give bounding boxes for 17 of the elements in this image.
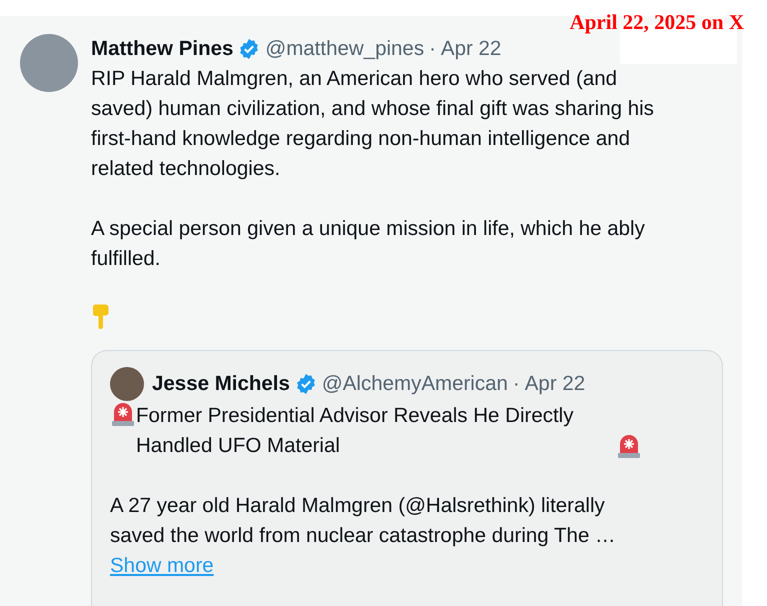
post-date[interactable]: Apr 22 xyxy=(440,34,502,64)
author-name[interactable]: Jesse Michels xyxy=(152,369,290,399)
siren-icon xyxy=(616,433,642,459)
separator-dot: · xyxy=(429,36,436,62)
user-handle[interactable]: @matthew_pines xyxy=(265,34,424,64)
post-text: A special person given a unique mission in life, which he ably fulfilled. xyxy=(91,216,646,272)
post-date[interactable]: Apr 22 xyxy=(524,369,586,399)
siren-icon xyxy=(110,401,136,427)
avatar[interactable] xyxy=(110,367,144,401)
post-text: A 27 year old Harald Malmgren (@Halsrethink) literally saved the world from nuclear catastrophe during The … xyxy=(110,493,617,549)
user-handle[interactable]: @AlchemyAmerican xyxy=(322,369,508,399)
date-annotation: April 22, 2025 on X xyxy=(570,10,744,34)
post-text: RIP Harald Malmgren, an American hero who served (and saved) human civilization, and whose final gift was sharing his first-hand knowledge regarding non-human intelligence and related technologies. xyxy=(91,66,655,182)
quoted-post-card[interactable] xyxy=(91,350,723,606)
author-name[interactable]: Matthew Pines xyxy=(91,34,234,64)
post-headline: Former Presidential Advisor Reveals He Directly Handled UFO Material xyxy=(136,403,574,459)
separator-dot: · xyxy=(512,371,520,397)
